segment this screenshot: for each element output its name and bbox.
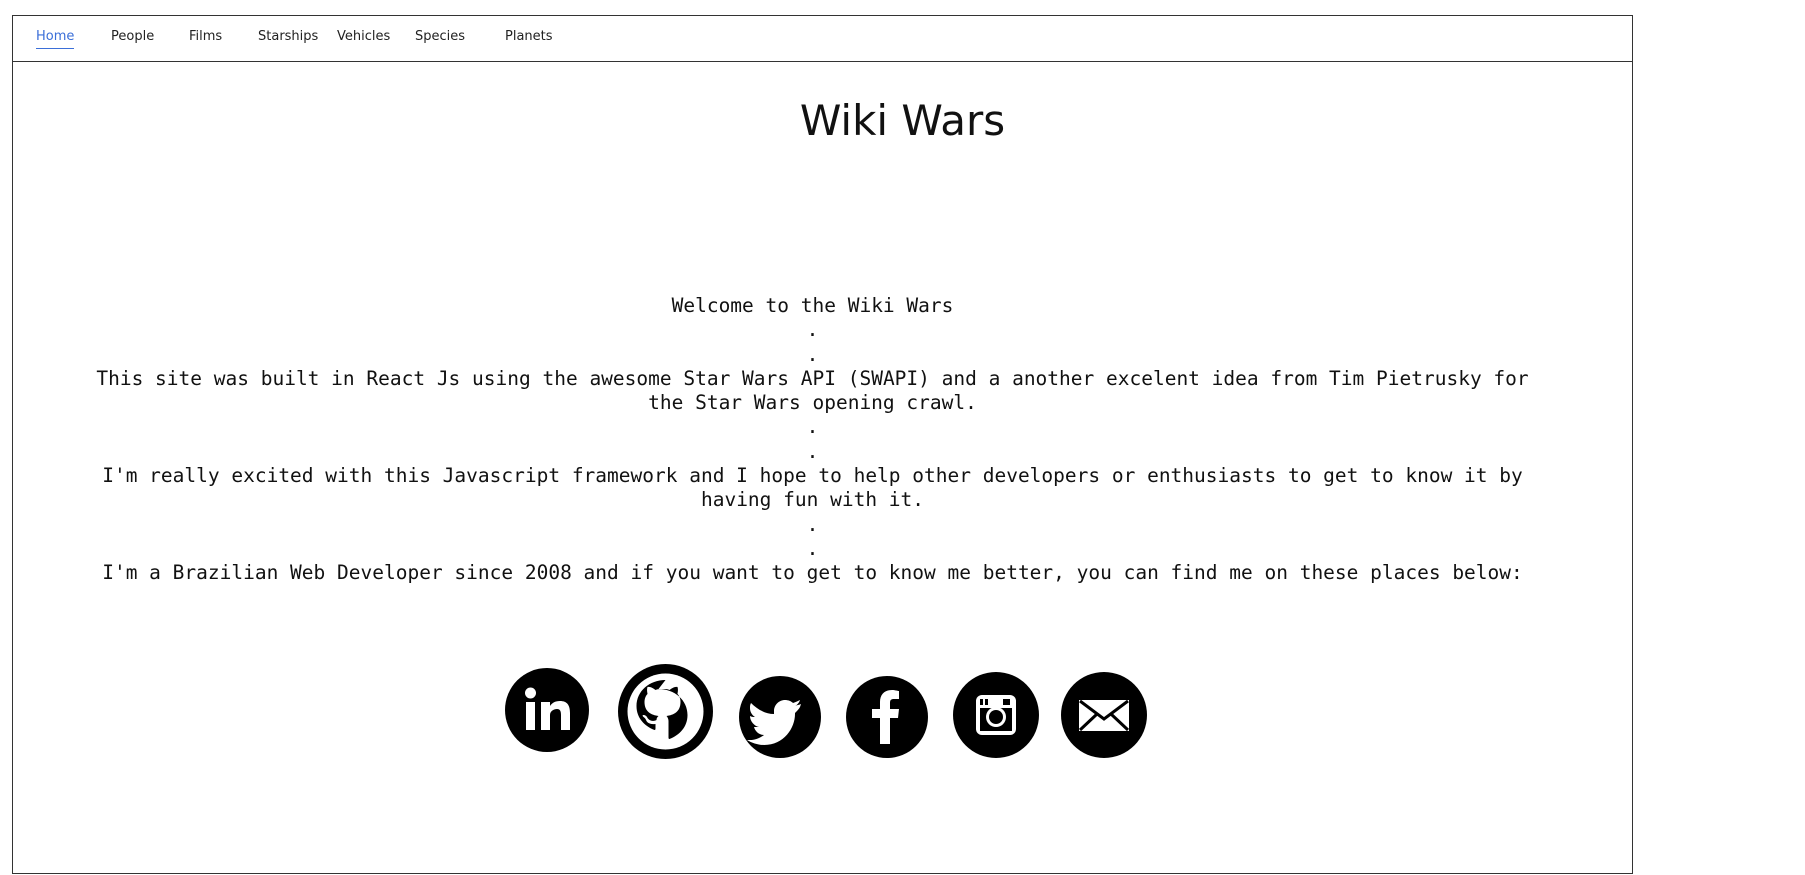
nav-starships[interactable]: Starships — [258, 29, 318, 48]
nav-people[interactable]: People — [111, 29, 154, 48]
twitter-link[interactable] — [739, 676, 821, 758]
nav-planets[interactable]: Planets — [505, 29, 553, 48]
separator-dot: . — [806, 536, 819, 560]
separator-dot: . — [806, 439, 819, 463]
find-me-paragraph: I'm a Brazilian Web Developer since 2008… — [102, 561, 1523, 585]
github-link[interactable] — [618, 664, 713, 759]
separator-dot: . — [806, 415, 819, 439]
email-link[interactable] — [1061, 672, 1147, 758]
separator-dot: . — [806, 318, 819, 342]
excited-paragraph: I'm really excited with this Javascript … — [102, 464, 1523, 512]
instagram-icon — [976, 695, 1016, 735]
nav-home[interactable]: Home — [36, 29, 75, 49]
welcome-line: Welcome to the Wiki Wars — [671, 294, 954, 317]
nav-vehicles[interactable]: Vehicles — [337, 29, 390, 48]
twitter-icon — [747, 700, 801, 745]
github-icon — [627, 673, 704, 750]
separator-dot: . — [806, 342, 819, 366]
instagram-link[interactable] — [953, 672, 1039, 758]
built-with-paragraph: This site was built in React Js using th… — [96, 366, 1529, 415]
facebook-icon — [872, 690, 899, 744]
intro-text: Welcome to the Wiki Wars . . This site w… — [90, 294, 1535, 586]
top-navbar: Home People Films Starships Vehicles Spe… — [13, 16, 1632, 62]
nav-species[interactable]: Species — [415, 29, 465, 48]
email-icon — [1078, 699, 1130, 732]
page-title: Wiki Wars — [799, 96, 1006, 145]
linkedin-icon — [525, 687, 570, 730]
facebook-link[interactable] — [846, 676, 928, 758]
separator-dot: . — [806, 512, 819, 536]
linkedin-link[interactable] — [505, 668, 589, 752]
nav-films[interactable]: Films — [189, 29, 222, 48]
